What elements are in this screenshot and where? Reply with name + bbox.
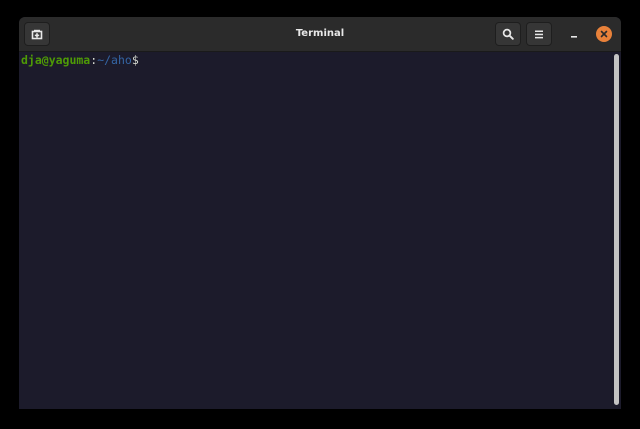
close-icon: [600, 30, 608, 38]
minimize-icon: [571, 36, 577, 38]
shell-prompt: dja@yaguma:~/aho$: [21, 53, 139, 68]
new-tab-button[interactable]: [24, 22, 50, 46]
hamburger-menu-icon: [535, 30, 543, 38]
close-button[interactable]: [596, 26, 612, 42]
terminal-window: Terminal dja@yaguma:~/aho$: [19, 17, 621, 409]
prompt-symbol: $: [131, 53, 139, 67]
terminal-area[interactable]: dja@yaguma:~/aho$: [19, 52, 613, 409]
menu-button[interactable]: [526, 22, 552, 46]
search-button[interactable]: [495, 22, 521, 46]
scrollbar[interactable]: [613, 52, 621, 409]
new-tab-icon: [31, 29, 43, 39]
minimize-button[interactable]: [565, 26, 583, 44]
scrollbar-thumb[interactable]: [614, 54, 619, 405]
prompt-user-host: dja@yaguma: [21, 53, 91, 67]
headerbar: Terminal: [19, 17, 621, 52]
prompt-path: ~/aho: [97, 53, 132, 67]
search-icon: [502, 28, 514, 40]
